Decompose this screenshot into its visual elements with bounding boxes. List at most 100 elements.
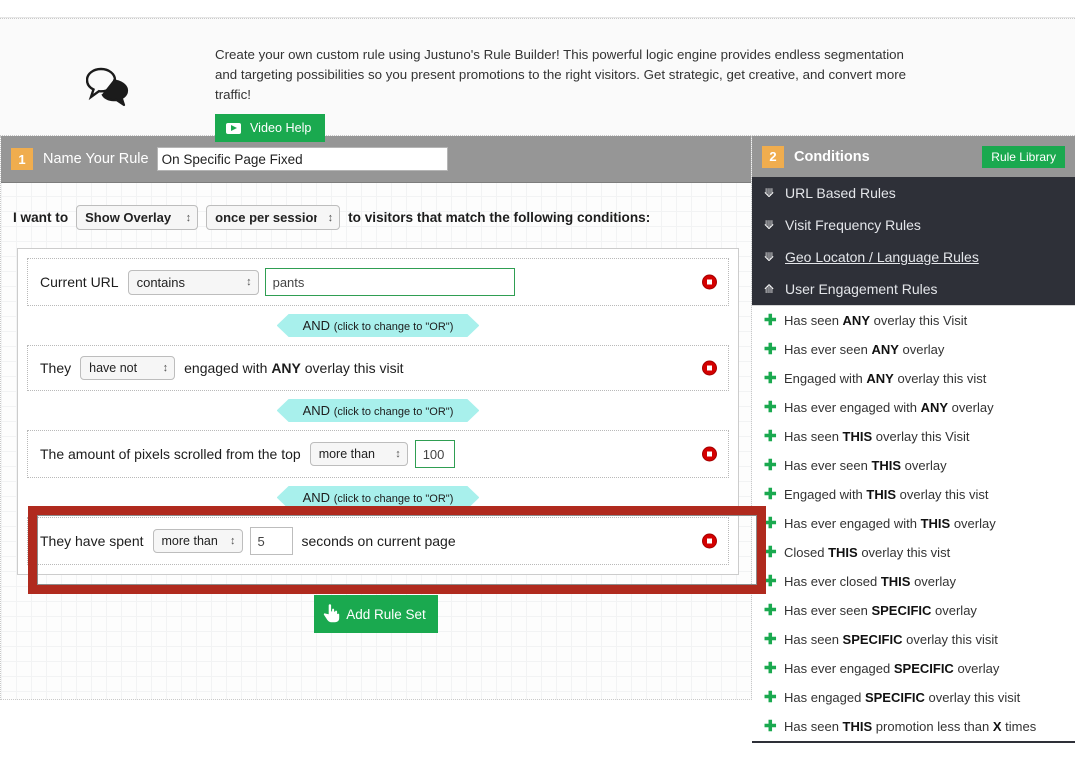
top-strip: [0, 0, 1075, 18]
rule-list-item[interactable]: ✚ Has ever seen ANY overlay: [752, 335, 1075, 364]
rule-name-input[interactable]: [157, 147, 448, 171]
rule-set: Current URL contains AND (click to chang…: [17, 248, 739, 575]
rule-list-item[interactable]: ✚Has ever seen THIS overlay: [752, 451, 1075, 480]
rule-list-item-label: Has ever engaged with ANY overlay: [784, 400, 994, 415]
and-connector-2: AND (click to change to "OR"): [27, 391, 729, 430]
category-geo-location-language-rules[interactable]: ⟱ Geo Locaton / Language Rules: [752, 241, 1075, 273]
current-url-value-input[interactable]: [265, 268, 515, 296]
intro-banner: Create your own custom rule using Justun…: [0, 18, 1075, 136]
conditions-title: Conditions: [794, 149, 982, 165]
plus-move-icon: ✚: [764, 719, 776, 734]
conditions-header: 2 Conditions Rule Library: [752, 136, 1075, 177]
rule-list-item[interactable]: ✚Has seen THIS promotion less than X tim…: [752, 712, 1075, 741]
add-rule-set-label: Add Rule Set: [346, 607, 426, 622]
category-url-based-rules[interactable]: ⟱ URL Based Rules: [752, 177, 1075, 209]
rule-list-item-label: Has ever engaged with THIS overlay: [784, 516, 996, 531]
and-label: AND: [303, 490, 330, 505]
and-toggle-button[interactable]: AND (click to change to "OR"): [277, 399, 480, 422]
rule-name-header: 1 Name Your Rule: [1, 136, 751, 183]
rule-list-item-label: Has seen ANY overlay this Visit: [784, 313, 967, 328]
plus-move-icon: ✚: [764, 429, 776, 444]
and-hint: (click to change to "OR"): [334, 493, 454, 505]
plus-move-icon: ✚: [764, 371, 776, 386]
rule-list-item[interactable]: ✚Engaged with ANY overlay this vist: [752, 364, 1075, 393]
name-your-rule-label: Name Your Rule: [43, 151, 149, 167]
add-rule-set-row: Add Rule Set: [1, 575, 751, 633]
action-select[interactable]: Show Overlay: [76, 205, 198, 230]
rule-label-pixels-scrolled: The amount of pixels scrolled from the t…: [40, 446, 301, 462]
category-visit-frequency-rules[interactable]: ⟱ Visit Frequency Rules: [752, 209, 1075, 241]
rule-label-current-url: Current URL: [40, 274, 119, 290]
delete-rule-icon[interactable]: [702, 275, 717, 290]
add-rule-set-button[interactable]: Add Rule Set: [314, 595, 438, 633]
rule-list-item[interactable]: ✚ Has ever engaged with THIS overlay: [752, 509, 1075, 538]
delete-rule-icon[interactable]: [702, 447, 717, 462]
plus-move-icon: ✚: [764, 458, 776, 473]
category-label: URL Based Rules: [785, 185, 896, 201]
frequency-select[interactable]: once per session: [206, 205, 340, 230]
rule-library-button[interactable]: Rule Library: [982, 146, 1065, 168]
rule-suffix-seconds: seconds on current page: [302, 533, 456, 549]
plus-move-icon: ✚: [764, 516, 776, 531]
rule-list-item[interactable]: ✚ Has seen THIS overlay this Visit: [752, 422, 1075, 451]
rule-list-item[interactable]: ✚ Has engaged SPECIFIC overlay this visit: [752, 683, 1075, 712]
chevron-down-icon: ⟱: [764, 250, 776, 264]
rule-list-item[interactable]: ✚ Has ever closed THIS overlay: [752, 567, 1075, 596]
video-help-button[interactable]: Video Help: [215, 114, 325, 142]
youtube-play-icon: [226, 123, 241, 134]
chevron-down-icon: ⟱: [764, 218, 776, 232]
and-label: AND: [303, 318, 330, 333]
i-want-to-label: I want to: [13, 210, 68, 225]
rule-suffix-engaged: engaged with ANY overlay this visit: [184, 360, 403, 376]
chevron-up-icon: ⟰: [764, 282, 776, 296]
rule-list-item[interactable]: ✚ Has seen ANY overlay this Visit: [752, 306, 1075, 335]
seconds-operator-select[interactable]: more than: [153, 529, 243, 553]
rule-list-item-label: Has seen SPECIFIC overlay this visit: [784, 632, 998, 647]
rule-list-item[interactable]: ✚ Has ever engaged SPECIFIC overlay: [752, 654, 1075, 683]
plus-move-icon: ✚: [764, 574, 776, 589]
rule-builder-panel: 1 Name Your Rule I want to Show Overlay …: [0, 136, 752, 700]
category-label: Visit Frequency Rules: [785, 217, 921, 233]
pixels-value-input[interactable]: [415, 440, 455, 468]
rule-list-item-label: Engaged with THIS overlay this vist: [784, 487, 989, 502]
plus-move-icon: ✚: [764, 342, 776, 357]
seconds-value-input[interactable]: [250, 527, 293, 555]
rule-list-item-label: Has ever seen ANY overlay: [784, 342, 944, 357]
pixels-operator-select[interactable]: more than: [310, 442, 408, 466]
rule-list-item-label: Has engaged SPECIFIC overlay this visit: [784, 690, 1020, 705]
plus-move-icon: ✚: [764, 313, 776, 328]
rule-list-item[interactable]: ✚ Engaged with THIS overlay this vist: [752, 480, 1075, 509]
and-connector-3: AND (click to change to "OR"): [27, 478, 729, 517]
and-hint: (click to change to "OR"): [334, 406, 454, 418]
category-user-engagement-rules[interactable]: ⟰ User Engagement Rules: [752, 273, 1075, 305]
rule-list-item[interactable]: ✚Has ever seen SPECIFIC overlay: [752, 596, 1075, 625]
engaged-operator-select[interactable]: have not: [80, 356, 175, 380]
delete-rule-icon[interactable]: [702, 361, 717, 376]
main-content: 1 Name Your Rule I want to Show Overlay …: [0, 136, 1075, 743]
rule-list-item[interactable]: ✚Closed THIS overlay this vist: [752, 538, 1075, 567]
plus-move-icon: ✚: [764, 400, 776, 415]
intro-text: Create your own custom rule using Justun…: [215, 45, 925, 105]
rule-list-item-label: Has seen THIS overlay this Visit: [784, 429, 969, 444]
rule-row-pixels-scrolled: The amount of pixels scrolled from the t…: [27, 430, 729, 478]
plus-move-icon: ✚: [764, 487, 776, 502]
video-help-label: Video Help: [250, 121, 311, 135]
rule-list-item-label: Has ever engaged SPECIFIC overlay: [784, 661, 999, 676]
rule-row-seconds-on-page: They have spent more than seconds on cur…: [27, 517, 729, 565]
plus-move-icon: ✚: [764, 632, 776, 647]
rule-list-item[interactable]: ✚ Has ever engaged with ANY overlay: [752, 393, 1075, 422]
and-toggle-button[interactable]: AND (click to change to "OR"): [277, 314, 480, 337]
and-toggle-button[interactable]: AND (click to change to "OR"): [277, 486, 480, 509]
and-label: AND: [303, 403, 330, 418]
rule-list-item-label: Closed THIS overlay this vist: [784, 545, 950, 560]
plus-move-icon: ✚: [764, 661, 776, 676]
delete-rule-icon[interactable]: [702, 534, 717, 549]
rule-list-item[interactable]: ✚ Has seen SPECIFIC overlay this visit: [752, 625, 1075, 654]
condition-categories: ⟱ URL Based Rules ⟱ Visit Frequency Rule…: [752, 177, 1075, 305]
chevron-down-icon: ⟱: [764, 186, 776, 200]
rule-list-item-label: Has ever closed THIS overlay: [784, 574, 956, 589]
current-url-operator-select[interactable]: contains: [128, 270, 259, 295]
conditions-panel: 2 Conditions Rule Library ⟱ URL Based Ru…: [752, 136, 1075, 743]
step-badge-2: 2: [762, 146, 784, 168]
plus-move-icon: ✚: [764, 690, 776, 705]
